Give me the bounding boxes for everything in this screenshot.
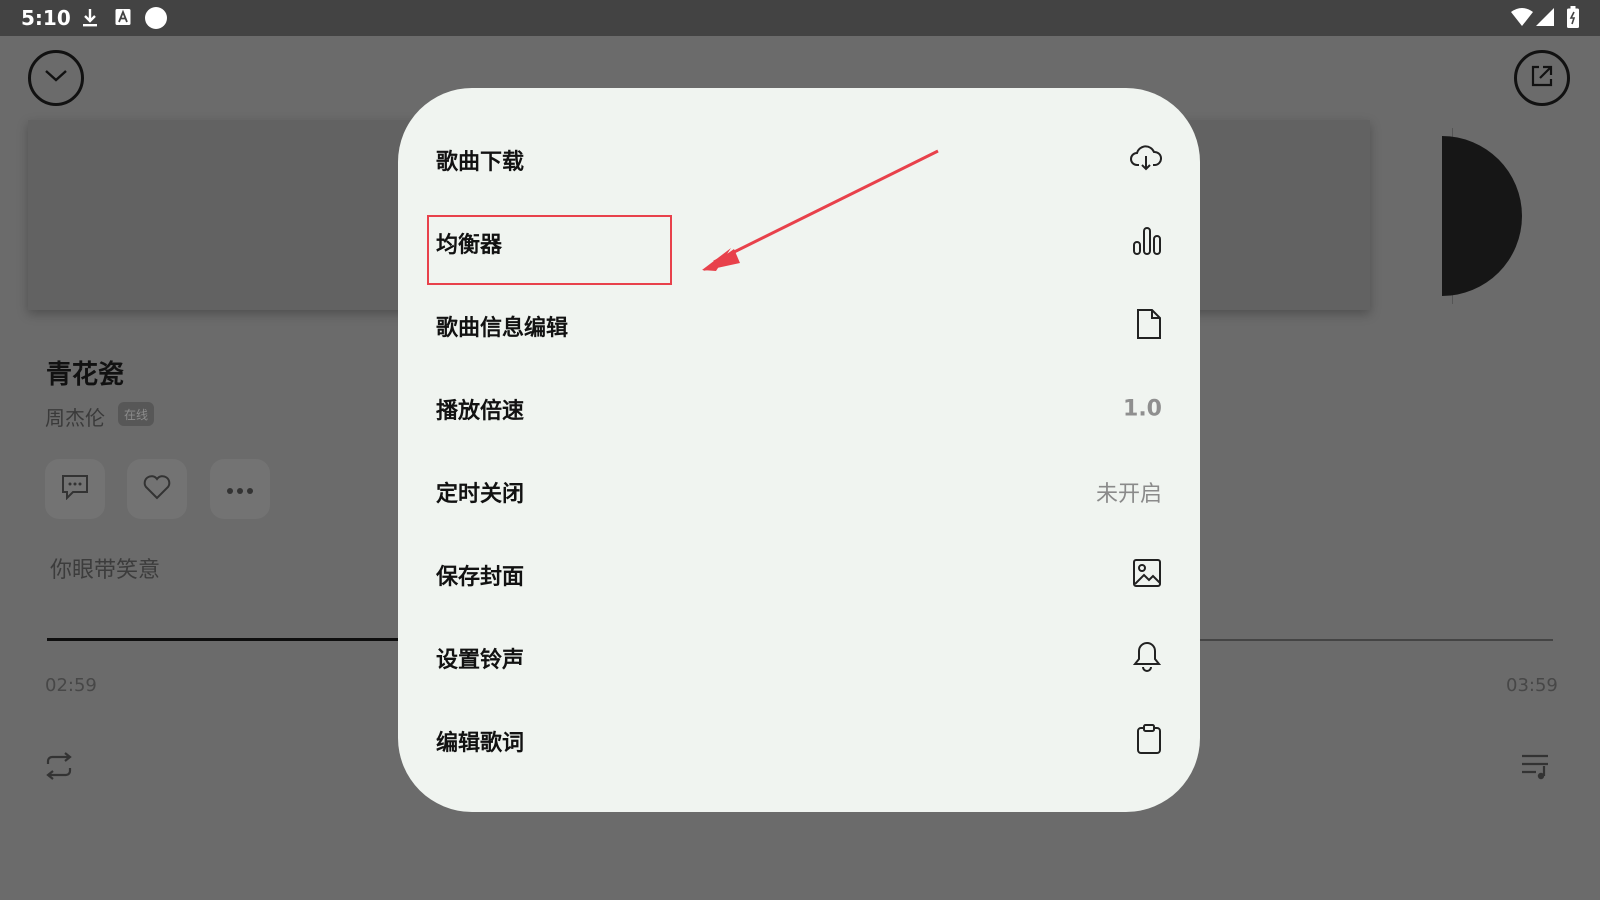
annotation-arrow xyxy=(702,149,939,271)
